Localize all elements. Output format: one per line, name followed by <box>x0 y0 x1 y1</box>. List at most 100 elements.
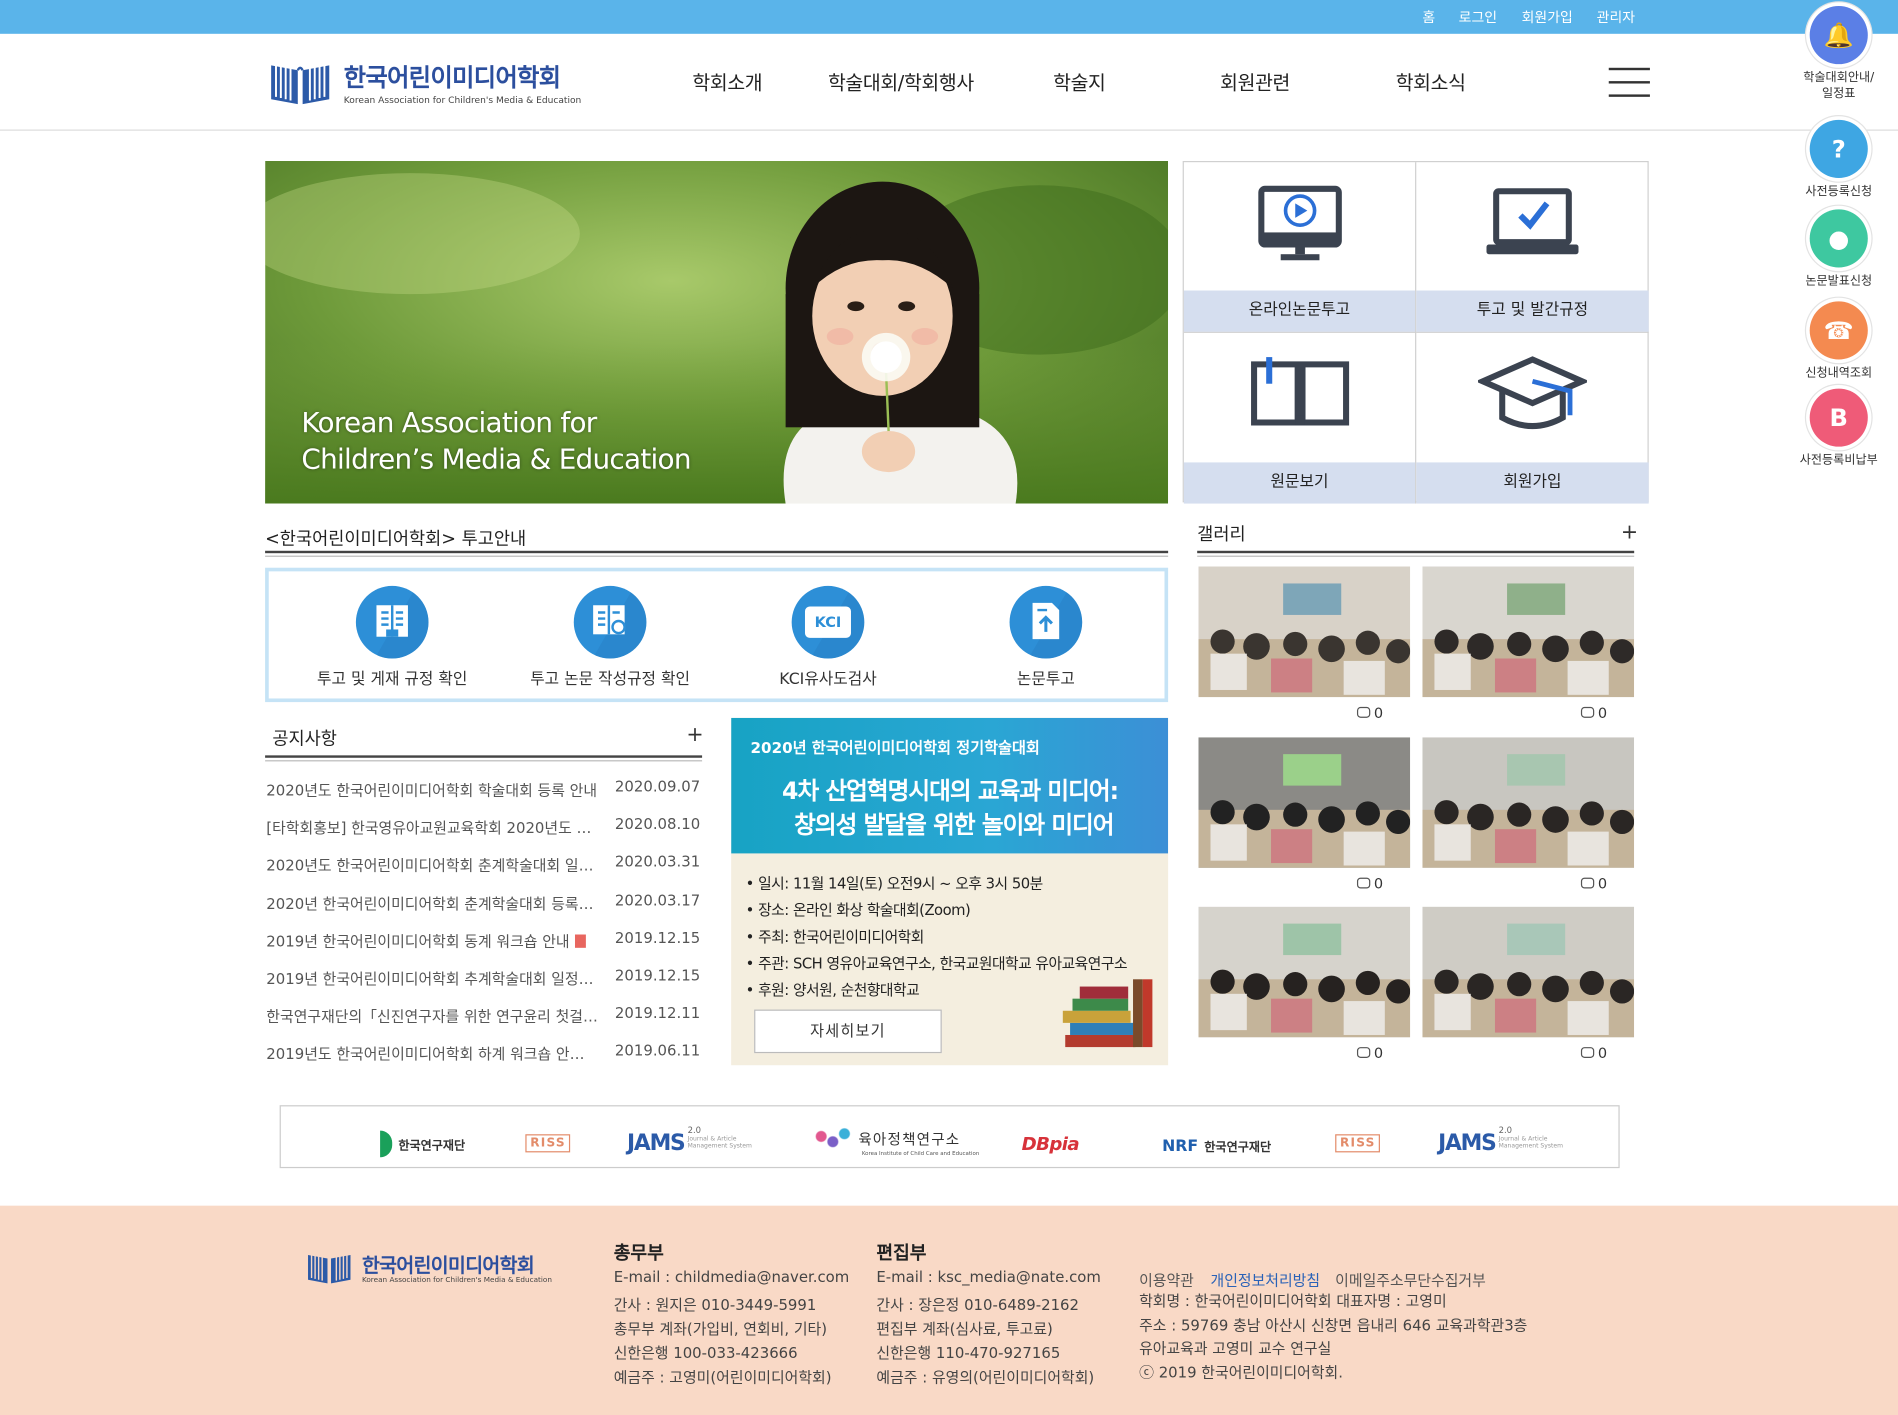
gallery-thumbnail[interactable] <box>1198 566 1411 698</box>
partner-nrf-2[interactable]: NRF 한국연구재단 <box>1162 1133 1271 1156</box>
nav-news[interactable]: 학회소식 <box>1396 67 1466 96</box>
notice-row[interactable]: 2020년도 한국어린이미디어학회 학술대회 등록 안내 2020.09.07 <box>265 778 700 814</box>
b-letter-icon: B <box>1809 388 1868 447</box>
notice-row[interactable]: 2020년 한국어린이미디어학회 춘계학술대회 등록 안내 2020.03.17 <box>265 892 700 928</box>
partner-kicce-sub: Korea Institute of Child Care and Educat… <box>861 1151 980 1158</box>
comment-count: 0 <box>1373 874 1384 892</box>
footer-logo: 한국어린이미디어학회 Korean Association for Childr… <box>306 1249 560 1293</box>
quickmenu-item[interactable]: B 사전등록비납부 <box>1793 388 1885 469</box>
site-footer: 한국어린이미디어학회 Korean Association for Childr… <box>0 1205 1898 1415</box>
notice-row[interactable]: 한국연구재단의「신진연구자를 위한 연구윤리 첫걸음」안내 2019.12.11 <box>265 1005 700 1041</box>
hamburger-menu-icon[interactable] <box>1608 67 1650 98</box>
notice-title[interactable]: 한국연구재단의「신진연구자를 위한 연구윤리 첫걸음」안내 <box>266 1005 598 1027</box>
laptop-check-icon <box>1486 188 1579 255</box>
gallery-title: 갤러리 <box>1197 525 1246 545</box>
notice-row[interactable]: 2020년도 한국어린이미디어학회 춘계학술대회 일정 안내 2020.03.31 <box>265 854 700 890</box>
partner-dbpia[interactable]: DBpia <box>1022 1133 1080 1155</box>
nav-membership[interactable]: 회원관련 <box>1220 67 1290 96</box>
document-upload-icon <box>1009 585 1083 659</box>
gallery-more-button[interactable]: + <box>1621 521 1638 545</box>
partner-kicce[interactable]: 육아정책연구소 Korea Institute of Child Care an… <box>813 1125 979 1157</box>
quicklink-submission-rules[interactable]: 투고 및 발간규정 <box>1416 162 1649 333</box>
notice-date: 2020.03.31 <box>614 853 701 871</box>
notice-row[interactable]: 2019년도 한국어린이미디어학회 하계 워크숍 안내 2019.06.11 <box>265 1043 700 1079</box>
notice-date: 2020.03.17 <box>614 891 701 909</box>
footer-editorial-line: 간사 : 장은정 010-6489-2162 <box>876 1296 1080 1314</box>
notice-title[interactable]: 2019년 한국어린이미디어학회 동계 워크숍 안내 <box>266 929 598 951</box>
notice-row[interactable]: 2019년 한국어린이미디어학회 추계학술대회 일정 안내 2019.12.15 <box>265 967 700 1003</box>
guide-item-rules[interactable]: 투고 및 게재 규정 확인 <box>283 585 501 689</box>
comment-icon <box>1356 1047 1371 1058</box>
footer-general-line: 간사 : 원지은 010-3449-5991 <box>613 1296 817 1314</box>
hero-banner: Korean Association for Children’s Media … <box>265 160 1169 504</box>
partner-jams[interactable]: JAMS 2.0 Journal & Article Management Sy… <box>627 1126 752 1156</box>
notice-title[interactable]: 2020년도 한국어린이미디어학회 학술대회 등록 안내 <box>266 778 598 800</box>
quickmenu-item[interactable]: ? 사전등록신청 <box>1793 119 1885 200</box>
partner-jams-sub: Journal & Article <box>1498 1135 1548 1143</box>
partner-nrf-label: 한국연구재단 <box>1204 1141 1272 1155</box>
nav-conference[interactable]: 학술대회/학회행사 <box>828 67 974 96</box>
partner-riss[interactable]: RISS <box>525 1134 571 1153</box>
gallery-thumbnail[interactable] <box>1422 906 1635 1038</box>
banner-title-1: 4차 산업혁명시대의 교육과 미디어: <box>781 777 1119 805</box>
partner-riss-2[interactable]: RISS <box>1335 1134 1381 1153</box>
footer-terms-link[interactable]: 이용약관 <box>1139 1269 1194 1291</box>
banner-title-2: 창의성 발달을 위한 놀이와 미디어 <box>794 811 1114 839</box>
books-stack-illustration <box>1062 979 1153 1048</box>
quicklink-label: 원문보기 <box>1183 462 1416 504</box>
classroom-photo <box>1198 736 1411 868</box>
gallery-thumbnail[interactable] <box>1198 906 1411 1038</box>
gallery-comment-count: 0 <box>1356 874 1384 892</box>
notice-row[interactable]: 2019년 한국어린이미디어학회 동계 워크숍 안내 2019.12.15 <box>265 929 700 965</box>
gallery-thumbnail[interactable] <box>1422 566 1635 698</box>
quicklink-label: 온라인논문투고 <box>1183 290 1416 332</box>
quickmenu-label: 학술대회안내/일정표 <box>1803 71 1875 101</box>
quicklink-view-original[interactable]: 원문보기 <box>1183 332 1417 504</box>
gallery-thumbnail[interactable] <box>1422 736 1635 868</box>
notice-title[interactable]: 2019년도 한국어린이미디어학회 하계 워크숍 안내 <box>266 1043 598 1065</box>
partner-logos-bar: 한국연구재단 RISS JAMS 2.0 Journal & Article M… <box>279 1105 1620 1169</box>
notice-row[interactable]: [타학회홍보] 한국영유아교원교육학회 2020년도 온라인 학술대회 2020.… <box>265 816 700 852</box>
guide-item-kci-check[interactable]: KCI KCI유사도검사 <box>719 585 937 689</box>
notice-title[interactable]: 2019년 한국어린이미디어학회 추계학술대회 일정 안내 <box>266 967 598 989</box>
question-icon: ? <box>1809 119 1868 178</box>
nav-about[interactable]: 학회소개 <box>692 67 762 96</box>
notice-more-button[interactable]: + <box>686 723 703 747</box>
monitor-play-icon <box>1257 185 1342 261</box>
footer-privacy-link[interactable]: 개인정보처리방침 <box>1211 1269 1321 1291</box>
banner-detail-button[interactable]: 자세히보기 <box>754 1009 942 1054</box>
guide-item-writing-rules[interactable]: 투고 논문 작성규정 확인 <box>501 585 719 689</box>
quickmenu-item[interactable]: ☎ 신청내역조회 <box>1793 301 1885 381</box>
conference-banner[interactable]: 2020년 한국어린이미디어학회 정기학술대회 4차 산업혁명시대의 교육과 미… <box>731 717 1169 1066</box>
join-link[interactable]: 회원가입 <box>1522 7 1573 26</box>
quicklink-membership[interactable]: 회원가입 <box>1416 333 1649 504</box>
footer-email-refusal-link[interactable]: 이메일주소무단수집거부 <box>1335 1269 1486 1291</box>
quickmenu-item[interactable]: 🔔 학술대회안내/일정표 <box>1793 6 1885 102</box>
classroom-photo <box>1198 906 1411 1038</box>
site-logo[interactable]: 한국어린이미디어학회 Korean Association for Childr… <box>269 56 584 109</box>
guide-item-submit[interactable]: 논문투고 <box>937 585 1155 689</box>
notice-date: 2020.08.10 <box>614 816 701 834</box>
partner-kicce-label: 육아정책연구소 <box>858 1131 961 1149</box>
quickmenu-label: 논문발표신청 <box>1805 274 1873 289</box>
admin-link[interactable]: 관리자 <box>1597 7 1635 26</box>
login-link[interactable]: 로그인 <box>1459 7 1497 26</box>
top-utility-bar: 홈 로그인 회원가입 관리자 <box>0 0 1898 34</box>
gallery-thumbnail[interactable] <box>1198 736 1411 868</box>
partner-nrf[interactable]: 한국연구재단 <box>380 1130 465 1158</box>
footer-general-line: 예금주 : 고영미(어린이미디어학회) <box>613 1369 832 1387</box>
classroom-photo <box>1422 566 1635 698</box>
quickmenu-item[interactable]: ● 논문발표신청 <box>1793 209 1885 289</box>
quicklink-online-submission[interactable]: 온라인논문투고 <box>1183 162 1417 333</box>
partner-jams-2[interactable]: JAMS 2.0 Journal & Article Management Sy… <box>1438 1126 1563 1156</box>
notice-date: 2019.12.11 <box>614 1004 701 1022</box>
notice-title[interactable]: 2020년도 한국어린이미디어학회 춘계학술대회 일정 안내 <box>266 854 598 876</box>
classroom-photo <box>1198 566 1411 698</box>
nav-journal[interactable]: 학술지 <box>1053 67 1106 96</box>
home-link[interactable]: 홈 <box>1422 7 1435 26</box>
logo-title: 한국어린이미디어학회 <box>343 62 561 92</box>
notice-title[interactable]: 2020년 한국어린이미디어학회 춘계학술대회 등록 안내 <box>266 892 598 914</box>
notice-title[interactable]: [타학회홍보] 한국영유아교원교육학회 2020년도 온라인 학술대회 <box>266 816 598 838</box>
main-header: 한국어린이미디어학회 Korean Association for Childr… <box>0 33 1898 131</box>
attachment-file-icon <box>588 1047 598 1061</box>
